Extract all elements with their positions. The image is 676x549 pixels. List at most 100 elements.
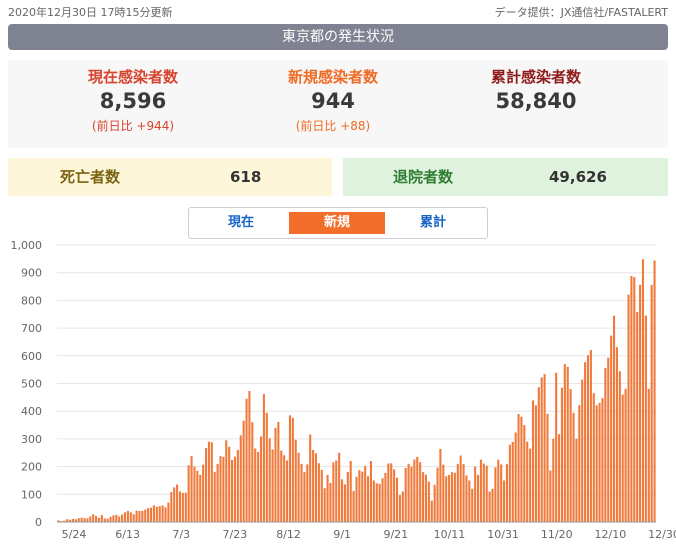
x-tick-label: 10/11 xyxy=(434,528,466,541)
bar xyxy=(355,476,358,522)
bar xyxy=(624,388,627,522)
bar xyxy=(508,444,511,522)
bar xyxy=(346,471,349,522)
bar xyxy=(543,374,546,522)
bar xyxy=(95,515,98,522)
bar xyxy=(644,315,647,522)
bar xyxy=(419,462,422,522)
bar xyxy=(265,412,268,522)
bar xyxy=(138,510,141,522)
bar xyxy=(653,260,656,522)
bar xyxy=(372,480,375,522)
bar xyxy=(144,509,147,522)
bar xyxy=(147,508,150,522)
bar xyxy=(641,259,645,522)
bar xyxy=(401,491,404,522)
bar xyxy=(97,517,101,522)
new-infections-change: (前日比 +88) xyxy=(295,119,371,133)
bar xyxy=(650,284,653,522)
tab-new[interactable]: 新規 xyxy=(289,212,385,234)
bar xyxy=(433,484,436,522)
bar xyxy=(520,416,523,522)
current-infections: 現在感染者数 8,596 (前日比 +944) xyxy=(33,66,233,134)
y-tick-label: 200 xyxy=(21,461,42,474)
bar xyxy=(181,492,184,522)
y-tick-label: 100 xyxy=(21,488,42,501)
bar xyxy=(503,480,506,522)
bar xyxy=(164,507,167,522)
bar xyxy=(239,435,242,522)
total-infections: 累計感染者数 58,840 xyxy=(436,66,636,113)
bar xyxy=(639,284,642,522)
bar xyxy=(210,442,213,522)
bar xyxy=(132,514,135,522)
bar xyxy=(601,398,604,522)
bar xyxy=(465,475,468,522)
bar xyxy=(430,500,433,522)
total-infections-value: 58,840 xyxy=(495,89,577,113)
bar xyxy=(326,474,329,522)
y-tick-label: 500 xyxy=(21,378,42,391)
bar xyxy=(485,465,488,522)
y-tick-label: 0 xyxy=(35,516,42,529)
bar xyxy=(636,312,639,522)
bar xyxy=(80,517,83,522)
bar xyxy=(586,355,590,522)
bar xyxy=(621,394,624,522)
y-tick-label: 800 xyxy=(21,294,42,307)
bar xyxy=(170,492,173,522)
bar xyxy=(369,461,373,522)
bar xyxy=(546,413,549,522)
bar xyxy=(323,488,326,522)
page-title: 東京都の発生状況 xyxy=(8,24,668,50)
bar xyxy=(456,463,459,522)
bar xyxy=(523,425,526,522)
bar xyxy=(604,367,607,522)
bar xyxy=(482,463,485,522)
x-tick-label: 12/10 xyxy=(595,528,627,541)
bar xyxy=(199,474,202,522)
bar xyxy=(86,518,89,522)
bar xyxy=(381,478,384,522)
bar xyxy=(572,412,575,522)
bar xyxy=(427,481,430,522)
bar xyxy=(109,516,112,522)
tab-current[interactable]: 現在 xyxy=(193,212,289,234)
bar xyxy=(126,510,129,522)
bar xyxy=(618,371,621,522)
bar xyxy=(277,422,280,522)
bar xyxy=(589,349,592,522)
bar xyxy=(225,440,228,522)
bar xyxy=(262,394,265,522)
bar xyxy=(173,487,176,522)
bar xyxy=(129,512,132,522)
bar xyxy=(578,405,581,522)
total-infections-label: 累計感染者数 xyxy=(490,68,581,86)
bar xyxy=(141,510,144,522)
bar xyxy=(280,450,283,522)
bar xyxy=(121,514,124,522)
bar xyxy=(297,452,300,522)
bar xyxy=(213,471,216,522)
bar xyxy=(566,366,569,522)
bar xyxy=(537,387,540,522)
bar xyxy=(410,466,413,522)
bar xyxy=(569,389,572,522)
bar xyxy=(563,364,566,522)
bar xyxy=(526,441,529,522)
bar xyxy=(500,464,503,522)
bar xyxy=(254,448,257,522)
bar xyxy=(479,459,482,522)
bar xyxy=(404,467,407,522)
y-tick-label: 900 xyxy=(21,267,42,280)
tab-cumulative[interactable]: 累計 xyxy=(385,212,481,234)
bar xyxy=(343,484,346,522)
bar xyxy=(474,466,477,522)
bar xyxy=(222,456,225,522)
bar xyxy=(491,488,494,522)
bar xyxy=(549,470,552,522)
bar xyxy=(647,388,650,522)
bar xyxy=(592,393,595,522)
new-infections-label: 新規感染者数 xyxy=(287,68,378,86)
bar xyxy=(176,484,179,522)
